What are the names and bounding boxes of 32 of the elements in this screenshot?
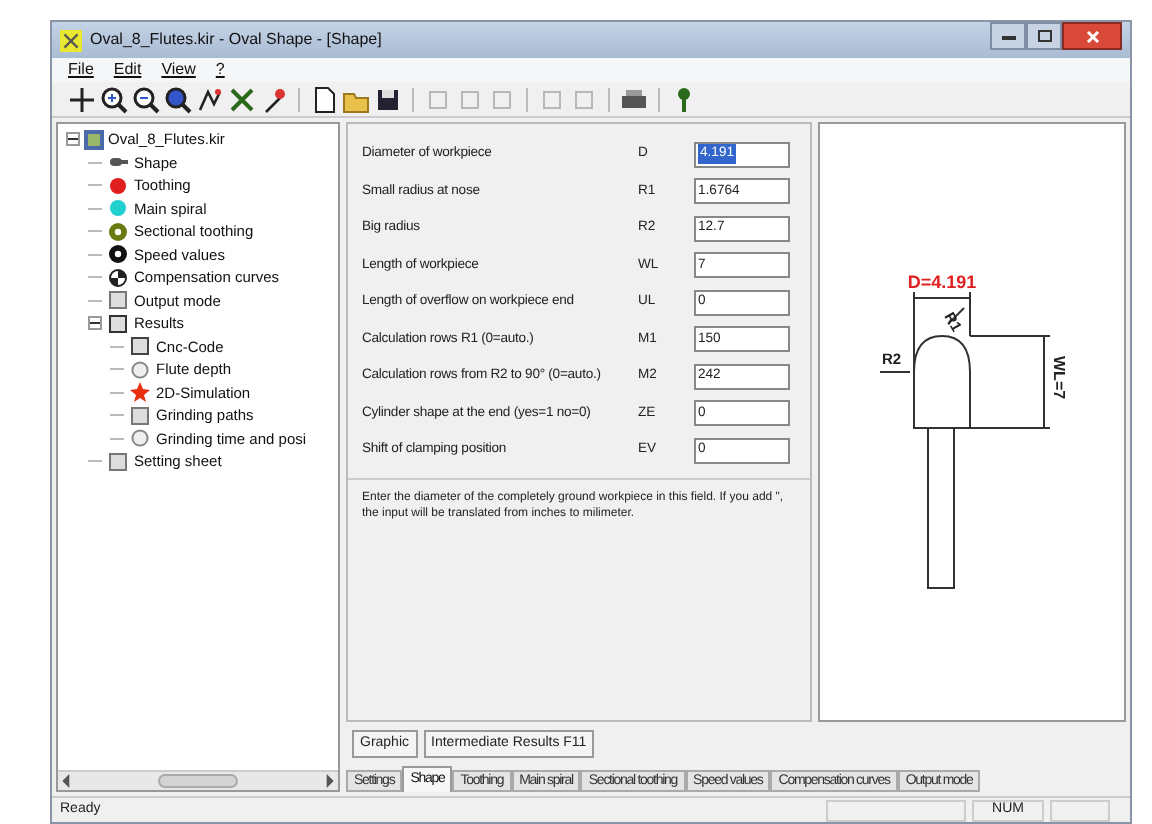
menu-item[interactable]: ? [215, 58, 225, 82]
maximize-icon [1037, 30, 1051, 42]
scroll-thumb[interactable] [158, 774, 238, 788]
right-arrow-icon[interactable] [322, 774, 336, 788]
zoom-icon[interactable] [164, 85, 192, 113]
pie-icon [108, 267, 128, 288]
window-title: Oval_8_Flutes.kir - Oval Shape - [Shape] [90, 28, 382, 52]
left-arrow-icon[interactable] [60, 774, 74, 788]
maximize-button[interactable] [1026, 22, 1062, 50]
diameter-label: D=4.191 [907, 272, 977, 292]
minimize-icon [1001, 33, 1015, 39]
dot-icon [108, 175, 128, 196]
close-button[interactable] [1062, 22, 1122, 50]
close-icon [1085, 29, 1099, 43]
dot-icon [108, 198, 128, 219]
project-icon [84, 129, 104, 150]
move-arrows-icon[interactable] [68, 85, 96, 113]
zoom-in-icon[interactable] [100, 85, 128, 113]
menu-item[interactable]: View [161, 58, 196, 82]
pin-icon[interactable] [260, 85, 288, 113]
menu-item[interactable]: File [68, 58, 94, 82]
expander-icon[interactable] [66, 132, 80, 147]
app-icon [60, 29, 82, 51]
cross-icon[interactable] [228, 85, 256, 113]
zoom-out-icon[interactable] [132, 85, 160, 113]
expander-icon[interactable] [88, 316, 102, 331]
zigzag-icon[interactable] [196, 85, 224, 113]
horizontal-scrollbar[interactable] [58, 770, 338, 790]
printer-icon[interactable] [620, 85, 648, 113]
minimize-button[interactable] [990, 22, 1026, 50]
menu-item[interactable]: Edit [113, 58, 142, 82]
length-label: WL=7 [1050, 356, 1068, 400]
